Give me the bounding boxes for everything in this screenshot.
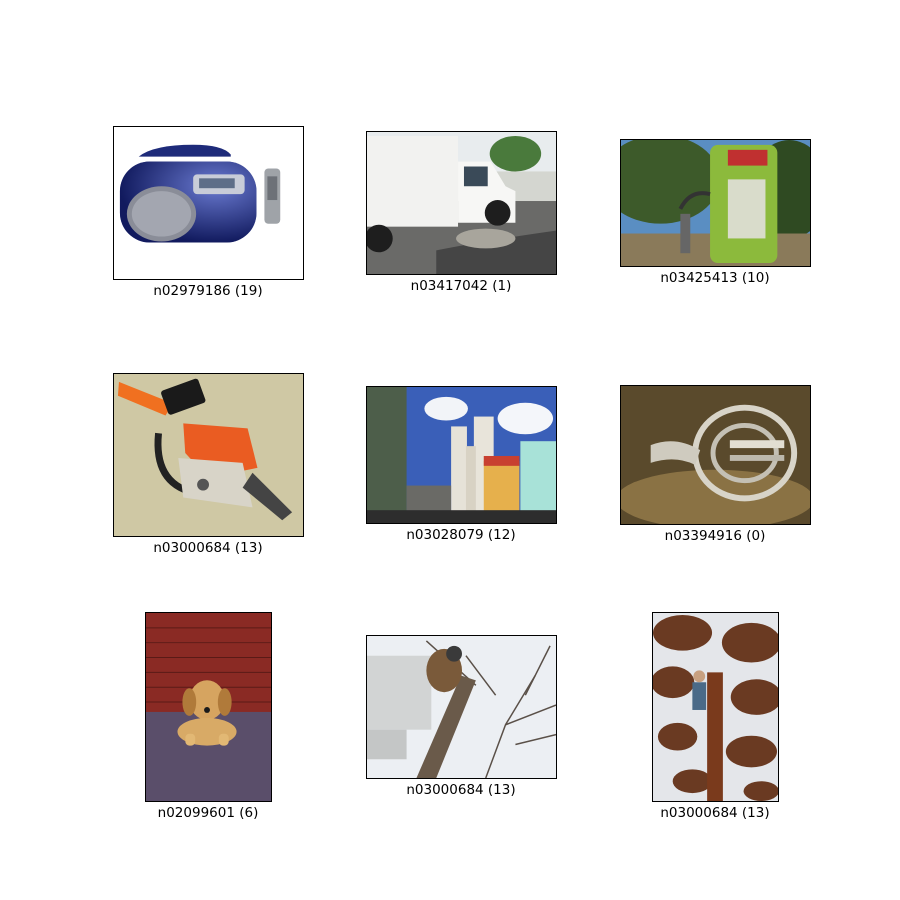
image-gas-pump [620,139,811,267]
garbage-truck-photo [367,132,556,274]
dog-photo [146,613,271,801]
image-caption: n03417042 (1) [410,278,512,294]
image-caption: n03000684 (13) [660,805,770,821]
boombox-photo [114,127,303,279]
image-french-horn [620,385,811,525]
image-caption: n02979186 (19) [153,283,263,299]
chainsaw-photo [114,374,303,536]
image-boombox [113,126,304,280]
image-chainsaw [113,373,304,537]
image-caption: n03028079 (12) [406,527,516,543]
image-caption: n02099601 (6) [157,805,259,821]
image-caption: n03425413 (10) [660,270,770,286]
image-caption: n03000684 (13) [153,540,263,556]
image-caption: n03000684 (13) [406,782,516,798]
image-tree-cutting [366,635,557,779]
french-horn-photo [621,386,810,524]
image-dog [145,612,272,802]
church-photo [367,387,556,523]
image-arborist [652,612,779,802]
image-church [366,386,557,524]
gas-pump-photo [621,140,810,266]
image-caption: n03394916 (0) [664,528,766,544]
tree-cutting-photo [367,636,556,778]
arborist-photo [653,613,778,801]
image-garbage-truck [366,131,557,275]
